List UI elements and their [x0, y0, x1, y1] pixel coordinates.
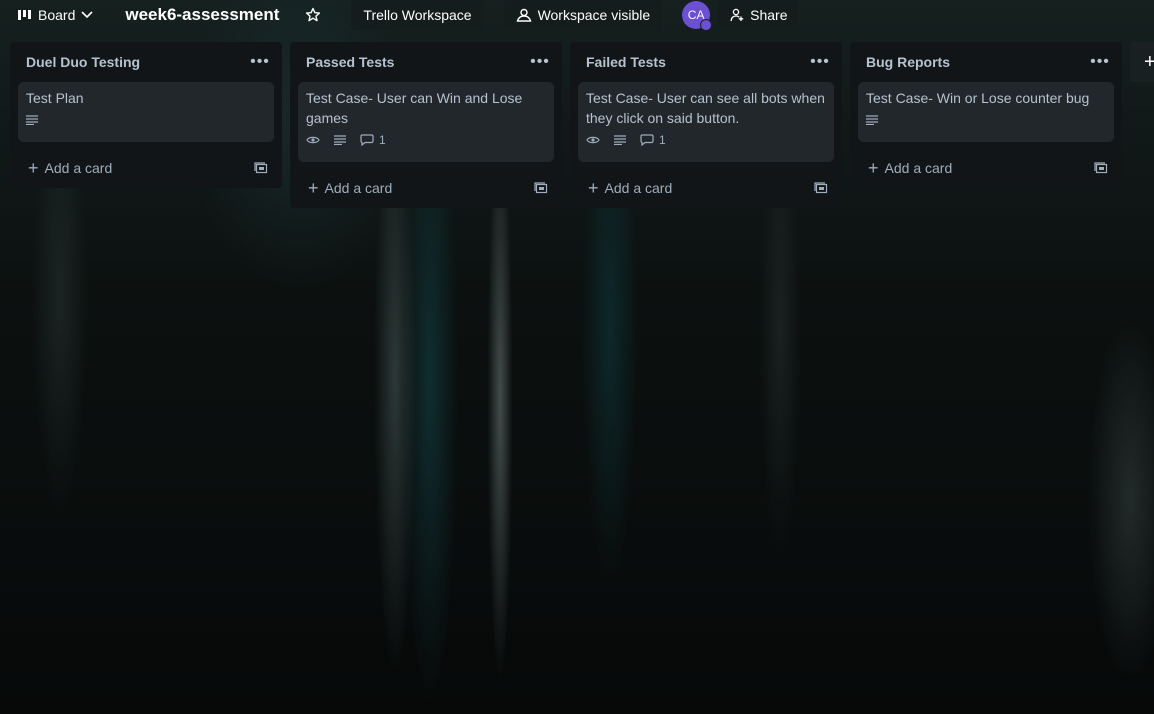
list-footer: + Add a card: [10, 150, 282, 186]
comment-badge: 1: [640, 130, 666, 150]
workspace-visible-icon: [516, 8, 532, 22]
comment-count: 1: [659, 133, 666, 147]
comment-badge: 1: [360, 130, 386, 150]
more-icon[interactable]: •••: [250, 53, 270, 71]
star-button[interactable]: [291, 0, 335, 30]
more-icon[interactable]: •••: [1090, 53, 1110, 71]
plus-icon: +: [28, 158, 39, 178]
description-icon: [614, 135, 626, 145]
add-card-label: Add a card: [604, 180, 673, 196]
add-card-button[interactable]: + Add a card: [868, 159, 952, 177]
card-title: Test Case- Win or Lose counter bug: [866, 90, 1090, 106]
board-icon: [18, 10, 32, 20]
comment-icon: [640, 134, 654, 146]
card-template-icon[interactable]: [814, 181, 828, 195]
add-card-button[interactable]: + Add a card: [588, 179, 672, 197]
visibility-button[interactable]: Workspace visible: [503, 0, 663, 30]
plus-icon: +: [868, 158, 879, 178]
list-title[interactable]: Failed Tests: [586, 54, 666, 70]
workspace-button[interactable]: Trello Workspace: [351, 0, 484, 30]
card-title: Test Plan: [26, 90, 84, 106]
add-card-label: Add a card: [44, 160, 113, 176]
card[interactable]: Test Case- Win or Lose counter bug: [858, 82, 1114, 142]
list-footer: + Add a card: [850, 150, 1122, 186]
list-title[interactable]: Passed Tests: [306, 54, 394, 70]
workspace-label: Trello Workspace: [363, 7, 472, 23]
add-card-button[interactable]: + Add a card: [28, 159, 112, 177]
list-header: Bug Reports •••: [850, 42, 1122, 82]
card-badges: 1: [586, 132, 826, 148]
eye-icon: [306, 135, 320, 145]
chevron-down-icon: [81, 11, 93, 19]
description-icon: [866, 115, 878, 125]
more-icon[interactable]: •••: [530, 53, 550, 71]
share-label: Share: [750, 7, 788, 23]
list-passed-tests[interactable]: Passed Tests ••• Test Case- User can Win…: [290, 42, 562, 208]
card-template-icon[interactable]: [1094, 161, 1108, 175]
board-view-switcher[interactable]: Board: [0, 0, 105, 30]
list-header: Passed Tests •••: [290, 42, 562, 82]
card-badges: [866, 112, 1106, 128]
comment-icon: [360, 134, 374, 146]
add-list-button[interactable]: +: [1130, 42, 1154, 82]
admin-badge-icon: [700, 19, 713, 31]
card-template-icon[interactable]: [254, 161, 268, 175]
card[interactable]: Test Plan: [18, 82, 274, 142]
add-card-button[interactable]: + Add a card: [308, 179, 392, 197]
board-header: Board week6-assessment Trello Workspace …: [0, 0, 1154, 31]
comment-count: 1: [379, 133, 386, 147]
add-card-label: Add a card: [884, 160, 953, 176]
list-header: Duel Duo Testing •••: [10, 42, 282, 82]
card[interactable]: Test Case- User can see all bots when th…: [578, 82, 834, 162]
card-badges: 1: [306, 132, 546, 148]
card-template-icon[interactable]: [534, 181, 548, 195]
star-icon: [305, 7, 321, 23]
list-duel-duo-testing[interactable]: Duel Duo Testing ••• Test Plan + Add a c…: [10, 42, 282, 188]
plus-icon: +: [588, 178, 599, 198]
list-title[interactable]: Bug Reports: [866, 54, 950, 70]
card-badges: [26, 112, 266, 128]
list-title[interactable]: Duel Duo Testing: [26, 54, 140, 70]
avatar[interactable]: CA: [682, 1, 713, 31]
list-footer: + Add a card: [290, 170, 562, 206]
card[interactable]: Test Case- User can Win and Lose games 1: [298, 82, 554, 162]
share-icon: [730, 8, 744, 22]
list-footer: + Add a card: [570, 170, 842, 206]
plus-icon: +: [1144, 50, 1154, 73]
description-icon: [334, 135, 346, 145]
plus-icon: +: [308, 178, 319, 198]
list-header: Failed Tests •••: [570, 42, 842, 82]
more-icon[interactable]: •••: [810, 53, 830, 71]
board-switch-label: Board: [38, 7, 76, 23]
visibility-label: Workspace visible: [537, 7, 651, 23]
share-button[interactable]: Share: [718, 0, 800, 30]
list-bug-reports[interactable]: Bug Reports ••• Test Case- Win or Lose c…: [850, 42, 1122, 188]
card-title: Test Case- User can Win and Lose games: [306, 90, 523, 126]
card-title: Test Case- User can see all bots when th…: [586, 90, 825, 126]
add-card-label: Add a card: [324, 180, 393, 196]
board-title[interactable]: week6-assessment: [105, 5, 291, 25]
list-failed-tests[interactable]: Failed Tests ••• Test Case- User can see…: [570, 42, 842, 208]
description-icon: [26, 115, 38, 125]
eye-icon: [586, 135, 600, 145]
